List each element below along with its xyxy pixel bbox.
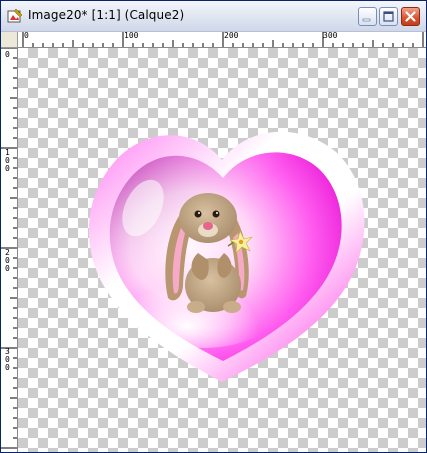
horizontal-ruler-ticks xyxy=(22,32,424,47)
close-icon xyxy=(405,11,416,22)
title-bar[interactable]: Image20* [1:1] (Calque2) xyxy=(1,1,426,32)
image-window: Image20* [1:1] (Calque2) 0 100 200 300 0 xyxy=(0,0,427,453)
ruler-v-label-300: 300 xyxy=(5,347,10,372)
window-title: Image20* [1:1] (Calque2) xyxy=(28,8,185,22)
ruler-v-label-100: 100 xyxy=(5,148,10,173)
horizontal-ruler[interactable]: 0 100 200 300 xyxy=(18,32,426,48)
ruler-h-label-0: 0 xyxy=(24,32,29,40)
ruler-v-label-0: 0 xyxy=(5,50,10,59)
ruler-corner xyxy=(1,32,18,48)
ruler-v-label-200: 200 xyxy=(5,248,10,273)
maximize-icon xyxy=(383,11,394,22)
app-icon[interactable] xyxy=(7,8,23,24)
image-canvas[interactable] xyxy=(18,48,426,452)
minimize-icon xyxy=(362,18,371,22)
close-button[interactable] xyxy=(401,7,420,26)
minimize-button[interactable] xyxy=(358,7,377,26)
maximize-button[interactable] xyxy=(379,7,398,26)
vertical-ruler[interactable]: 0 100 200 300 xyxy=(1,48,18,452)
heart-bunny-image xyxy=(88,131,365,382)
ruler-h-label-100: 100 xyxy=(124,32,139,40)
ruler-h-label-200: 200 xyxy=(224,32,239,40)
ruler-h-label-300: 300 xyxy=(323,32,338,40)
